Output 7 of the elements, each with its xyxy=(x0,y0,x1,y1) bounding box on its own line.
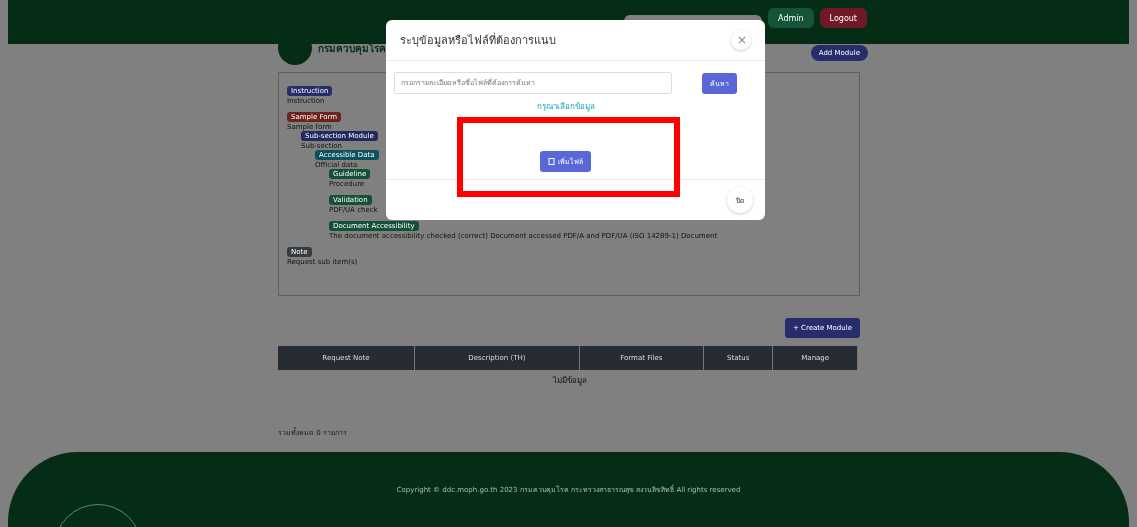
modal-title: ระบุข้อมูลหรือไฟล์ที่ต้องการแนบ xyxy=(400,31,556,49)
empty-message: ไม่มีข้อมูล xyxy=(553,376,587,385)
header-button[interactable]: Admin xyxy=(768,8,814,28)
header-button[interactable]: Logout xyxy=(819,8,867,28)
close-button[interactable]: × xyxy=(731,30,751,50)
brand-name: กรมควบคุมโรค xyxy=(318,41,386,56)
file-icon xyxy=(548,158,555,165)
